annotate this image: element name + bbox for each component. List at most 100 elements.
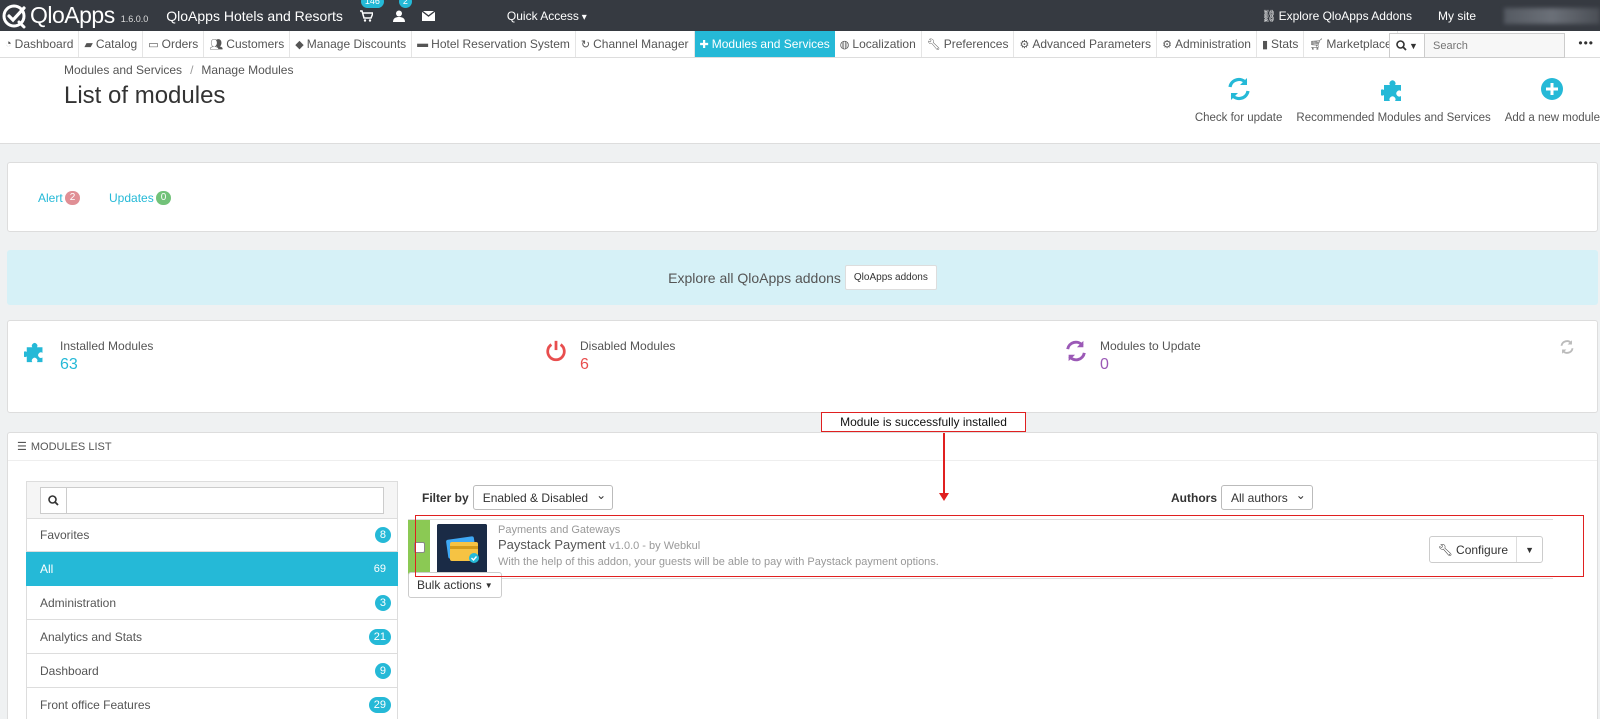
user-icon	[392, 10, 405, 22]
tag-icon: ◆	[295, 38, 304, 51]
alerts-panel: Alert 2 Updates 0	[7, 162, 1598, 232]
category-item-dashboard[interactable]: Dashboard 9	[26, 654, 398, 688]
qloapps-logo-icon	[2, 4, 26, 28]
nav-item-modules-and-services[interactable]: ✚ Modules and Services	[694, 31, 835, 57]
nav-item-label: Manage Discounts	[306, 37, 407, 51]
category-list: Favorites 8 All 69 Administration 3 Analytics …	[26, 481, 398, 719]
my-site-link[interactable]: My site	[1438, 9, 1476, 23]
annotation-arrow	[943, 433, 945, 495]
customers-notification[interactable]: 2	[391, 0, 412, 24]
nav-item-advanced-parameters[interactable]: ⚙ Advanced Parameters	[1014, 31, 1158, 57]
authors-filter-select[interactable]: All authors	[1221, 485, 1313, 510]
category-item-front-office-features[interactable]: Front office Features 29	[26, 688, 398, 719]
nav-item-stats[interactable]: ▮ Stats	[1257, 31, 1305, 57]
search-type-button[interactable]: ▼	[1389, 33, 1425, 58]
installed-modules-value: 63	[60, 356, 78, 373]
alert-count-badge: 2	[64, 191, 81, 205]
category-label: Front office Features	[40, 697, 151, 712]
explore-addons-link[interactable]: Explore QloApps Addons	[1279, 9, 1412, 23]
check-update-button[interactable]: Check for update	[1195, 76, 1282, 124]
shop-name[interactable]: QloApps Hotels and Resorts	[166, 8, 343, 24]
nav-item-label: Customers	[226, 37, 285, 51]
add-new-module-button[interactable]: Add a new module	[1505, 76, 1600, 124]
nav-item-preferences[interactable]: 🔧︎ Preferences	[922, 31, 1015, 57]
bar-chart-icon: ▮	[1261, 38, 1269, 51]
version-label: 1.6.0.0	[120, 13, 149, 24]
gear-icon: ⚙	[1162, 38, 1172, 51]
category-label: Analytics and Stats	[40, 629, 143, 644]
list-icon: ☰	[17, 441, 27, 453]
annotation-label: Module is successfully installed	[821, 412, 1026, 432]
annotation-highlight	[415, 515, 1584, 577]
nav-item-label: Advanced Parameters	[1032, 37, 1152, 51]
updates-tab[interactable]: Updates 0	[109, 191, 172, 205]
cart-icon	[360, 9, 374, 22]
nav-item-manage-discounts[interactable]: ◆ Manage Discounts	[290, 31, 413, 57]
employee-menu-blurred[interactable]	[1504, 7, 1600, 24]
bed-icon: ▬	[417, 38, 429, 50]
puzzle-icon: ✚	[699, 38, 709, 51]
caret-down-icon: ▼	[484, 580, 493, 590]
search-icon	[48, 495, 59, 506]
messages-notification[interactable]	[421, 8, 437, 24]
alert-tab[interactable]: Alert 2	[38, 191, 81, 205]
orders-notification[interactable]: 146	[359, 0, 384, 24]
refresh-stats-icon[interactable]	[1559, 339, 1575, 355]
breadcrumb-separator: /	[190, 63, 194, 77]
nav-item-localization[interactable]: ◍ Localization	[835, 31, 922, 57]
updates-count-badge: 0	[155, 191, 172, 205]
category-item-analytics-and-stats[interactable]: Analytics and Stats 21	[26, 620, 398, 654]
alert-label: Alert	[38, 191, 63, 205]
nav-item-administration[interactable]: ⚙ Administration	[1157, 31, 1257, 57]
refresh-icon: ↻	[580, 38, 591, 51]
nav-item-hotel-reservation-system[interactable]: ▬ Hotel Reservation System	[412, 31, 576, 57]
authors-filter: Authors All authors	[1171, 485, 1313, 510]
breadcrumb-item[interactable]: Modules and Services	[64, 63, 182, 77]
nav-item-catalog[interactable]: ▰ Catalog	[79, 31, 144, 57]
wrench-icon: 🔧︎	[926, 38, 941, 51]
envelope-icon	[422, 10, 436, 21]
category-item-all[interactable]: All 69	[26, 552, 398, 586]
book-icon: ▰	[84, 38, 93, 51]
nav-item-orders[interactable]: ▭ Orders	[143, 31, 205, 57]
page-title: List of modules	[64, 82, 226, 109]
category-label: Administration	[40, 595, 117, 610]
nav-item-label: Stats	[1271, 37, 1299, 51]
category-count-badge: 69	[368, 560, 391, 577]
status-filter-select[interactable]: Enabled & Disabled	[472, 485, 614, 510]
breadcrumb: Modules and Services / Manage Modules	[64, 63, 293, 77]
nav-item-label: Marketplace	[1326, 37, 1392, 51]
nav-item-customers[interactable]: 👥︎ Customers	[204, 31, 291, 57]
nav-item-marketplace[interactable]: 🛒︎ Marketplace	[1304, 31, 1398, 57]
installed-modules-label: Installed Modules	[60, 339, 154, 353]
nav-item-label: Channel Manager	[593, 37, 689, 51]
credit-card-icon: ▭	[148, 38, 159, 51]
category-item-administration[interactable]: Administration 3	[26, 586, 398, 620]
modules-to-update-label: Modules to Update	[1100, 339, 1201, 353]
nav-item-label: Preferences	[943, 37, 1009, 51]
module-search-button[interactable]	[40, 487, 66, 514]
more-menu-icon[interactable]: •••	[1578, 36, 1594, 50]
nav-item-label: Catalog	[95, 37, 138, 51]
nav-item-label: Administration	[1174, 37, 1251, 51]
nav-item-channel-manager[interactable]: ↻ Channel Manager	[576, 31, 695, 57]
quick-access-dropdown[interactable]: Quick Access	[507, 9, 587, 23]
recommended-modules-button[interactable]: Recommended Modules and Services	[1296, 76, 1491, 124]
category-count-badge: 29	[368, 696, 391, 713]
nav-item-dashboard[interactable]: ◔ Dashboard	[0, 31, 80, 57]
modules-to-update-value: 0	[1100, 356, 1109, 373]
qloapps-addons-button[interactable]: QloApps addons	[844, 265, 937, 290]
top-header: QloApps 1.6.0.0 QloApps Hotels and Resor…	[0, 0, 1600, 31]
breadcrumb-item: Manage Modules	[201, 63, 294, 77]
explore-addons-text: Explore all QloApps addons	[668, 269, 841, 286]
logo[interactable]: QloApps 1.6.0.0	[0, 0, 148, 31]
annotation-arrow-head	[939, 493, 949, 501]
top-right-area: ⛓ Explore QloApps Addons My site	[1261, 0, 1600, 31]
search-input[interactable]	[1425, 33, 1565, 58]
category-item-favorites[interactable]: Favorites 8	[26, 518, 398, 552]
module-search-input[interactable]	[66, 487, 384, 514]
plus-circle-icon	[1541, 78, 1564, 100]
modules-list-header: ☰ MODULES LIST	[8, 433, 1597, 461]
category-count-badge: 8	[374, 527, 391, 543]
bulk-actions-label: Bulk actions	[417, 578, 482, 592]
